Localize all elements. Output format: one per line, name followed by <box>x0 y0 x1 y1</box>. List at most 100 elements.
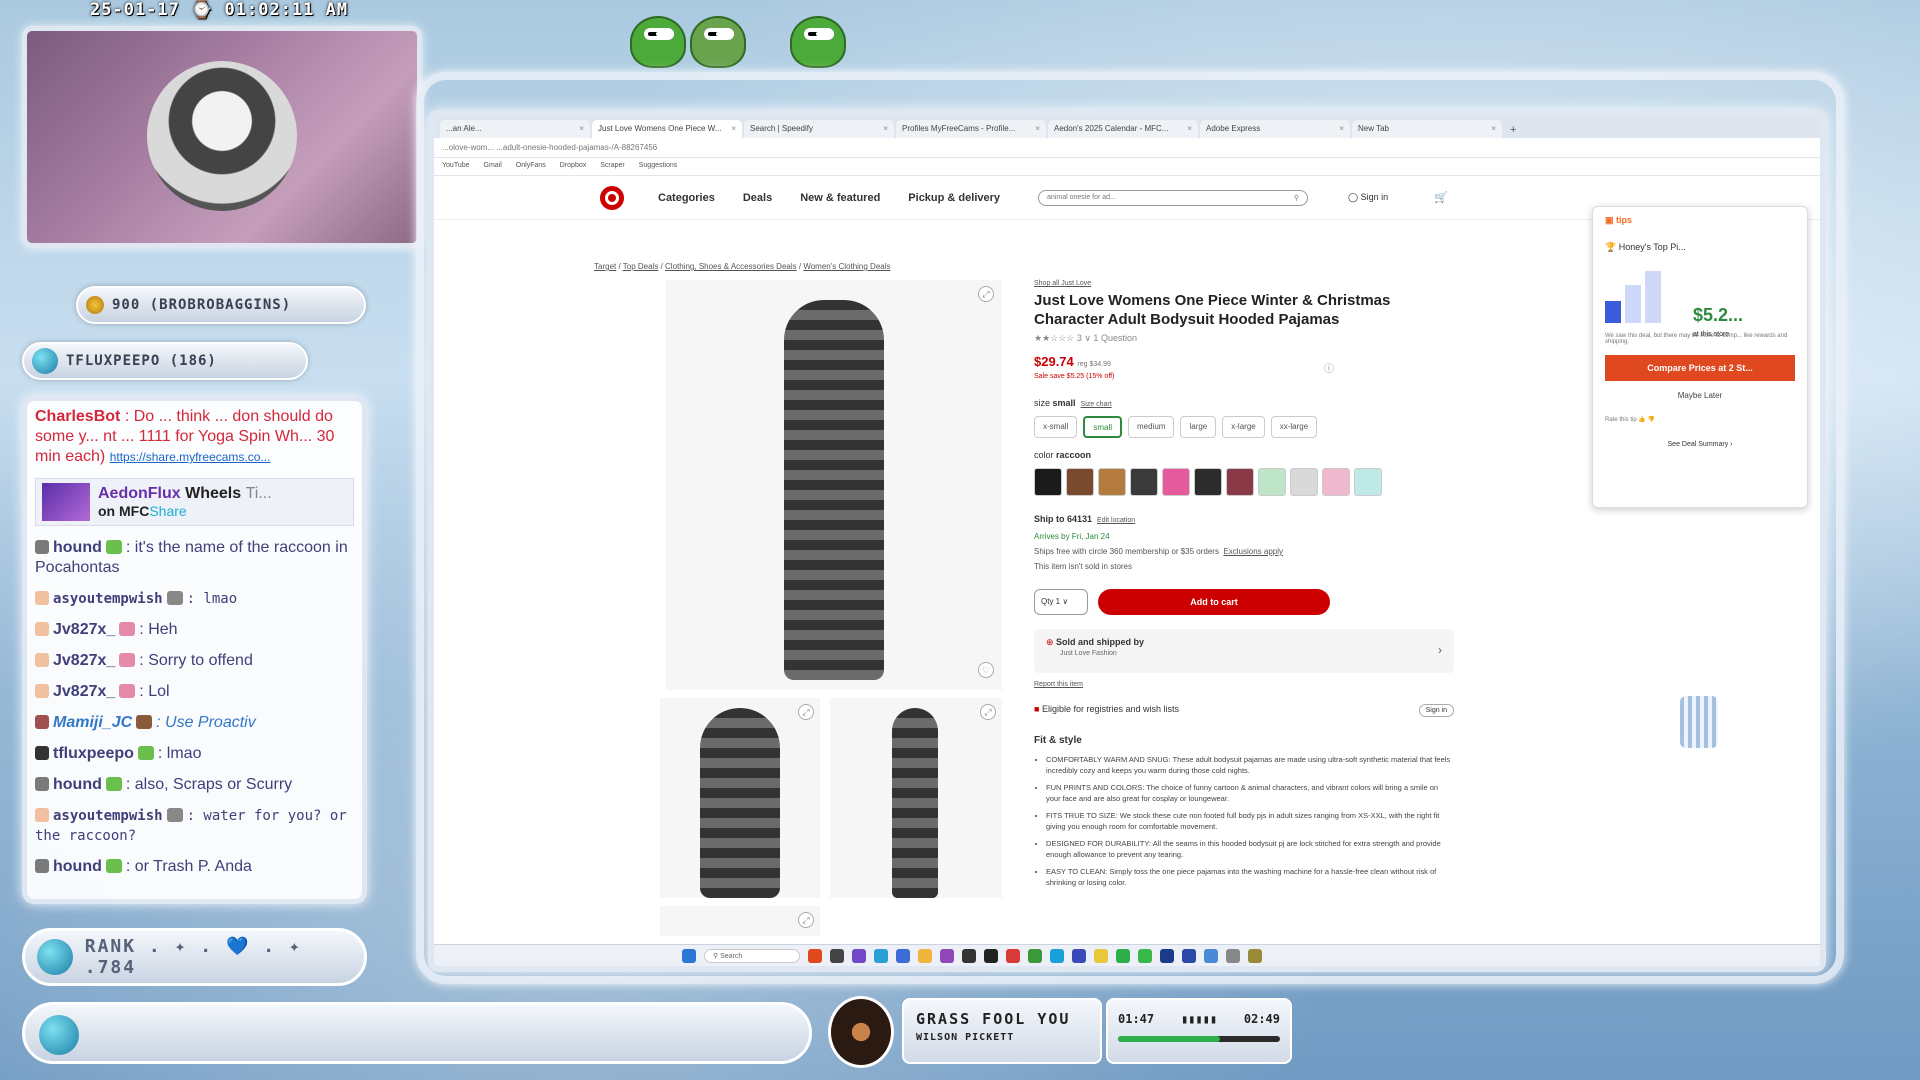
app-icon[interactable] <box>984 948 998 963</box>
color-swatch[interactable] <box>1322 468 1350 496</box>
expand-icon[interactable]: ⤢ <box>798 912 814 928</box>
new-tab-button[interactable]: + <box>1510 124 1516 138</box>
expand-icon[interactable]: ⤢ <box>798 704 814 720</box>
tab[interactable]: New Tab × <box>1352 120 1502 138</box>
tab[interactable]: ...an Ale... × <box>440 120 590 138</box>
close-icon[interactable]: × <box>579 124 584 134</box>
size-option[interactable]: medium <box>1128 416 1175 438</box>
product-thumbnail[interactable]: ⤢ <box>830 698 1002 898</box>
chat-panel[interactable]: CharlesBot : Do ... think ... don should… <box>22 396 367 904</box>
bookmark[interactable]: Scraper <box>600 162 625 171</box>
size-option[interactable]: x-large <box>1222 416 1265 438</box>
bookmark[interactable]: YouTube <box>442 162 470 171</box>
search-icon[interactable]: ⚲ <box>1294 194 1299 202</box>
bookmark[interactable]: Dropbox <box>560 162 586 171</box>
target-logo-icon[interactable] <box>600 185 624 210</box>
thumbs-down-icon[interactable]: 👎 <box>1648 417 1655 423</box>
tab[interactable]: Search | Speedify × <box>744 120 894 138</box>
app-icon[interactable] <box>874 948 888 963</box>
registry-sign-in-button[interactable]: Sign in <box>1418 704 1454 717</box>
address-bar[interactable]: ...olove-wom... ...adult-onesie-hooded-p… <box>434 138 1820 158</box>
breadcrumb-item[interactable]: Target <box>594 262 616 271</box>
color-swatch[interactable] <box>1194 468 1222 496</box>
sold-by-card[interactable]: ⊕ Sold and shipped by Just Love Fashion … <box>1034 629 1454 673</box>
size-option-selected[interactable]: small <box>1083 416 1123 438</box>
brand-link[interactable]: Shop all Just Love <box>1034 280 1454 287</box>
spotify-icon[interactable] <box>1116 948 1130 963</box>
close-icon[interactable]: × <box>731 124 736 134</box>
app-icon[interactable] <box>1226 948 1240 963</box>
nav-categories[interactable]: Categories <box>658 192 715 204</box>
heart-icon[interactable]: ♡ <box>978 662 994 678</box>
folder-icon[interactable] <box>918 948 932 963</box>
app-icon[interactable] <box>1204 948 1218 963</box>
chat-username[interactable]: hound <box>53 858 102 875</box>
tab[interactable]: Adobe Express × <box>1200 120 1350 138</box>
close-icon[interactable]: × <box>883 124 888 134</box>
nav-pickup-delivery[interactable]: Pickup & delivery <box>908 192 1000 204</box>
app-icon[interactable] <box>1182 948 1196 963</box>
color-swatch[interactable] <box>1290 468 1318 496</box>
chrome-icon[interactable] <box>1028 948 1042 963</box>
bookmark[interactable]: Suggestions <box>639 162 678 171</box>
deal-summary-link[interactable]: See Deal Summary › <box>1605 441 1795 448</box>
mfc-share-promo[interactable]: AedonFlux Wheels Ti... on MFCShare <box>35 478 354 526</box>
color-swatch[interactable] <box>1258 468 1286 496</box>
size-option[interactable]: xx-large <box>1270 416 1318 438</box>
size-option[interactable]: x-small <box>1034 416 1078 438</box>
chat-username[interactable]: hound <box>53 776 102 793</box>
tab[interactable]: Profiles MyFreeCams - Profile... × <box>896 120 1046 138</box>
breadcrumb-item[interactable]: Women's Clothing Deals <box>803 262 890 271</box>
cart-icon[interactable]: 🛒 <box>1434 191 1448 204</box>
app-icon[interactable] <box>1094 948 1108 963</box>
app-icon[interactable] <box>896 948 910 963</box>
thumbs-up-icon[interactable]: 👍 <box>1638 417 1645 423</box>
chat-username[interactable]: Jv827x_ <box>53 683 115 700</box>
nav-new-featured[interactable]: New & featured <box>800 192 880 204</box>
app-icon[interactable] <box>852 948 866 963</box>
expand-icon[interactable]: ⤢ <box>980 704 996 720</box>
color-swatch[interactable] <box>1226 468 1254 496</box>
exclusions-link[interactable]: Exclusions apply <box>1223 547 1283 556</box>
app-icon[interactable] <box>1160 948 1174 963</box>
size-chart-link[interactable]: Size chart <box>1081 401 1112 408</box>
chat-username[interactable]: CharlesBot <box>35 408 120 425</box>
size-option[interactable]: large <box>1180 416 1217 438</box>
tab[interactable]: Aedon's 2025 Calendar - MFC... × <box>1048 120 1198 138</box>
compare-prices-button[interactable]: Compare Prices at 2 St... <box>1605 355 1795 381</box>
windows-start-icon[interactable] <box>682 948 696 963</box>
color-swatch[interactable] <box>1034 468 1062 496</box>
breadcrumb-item[interactable]: Clothing, Shoes & Accessories Deals <box>665 262 797 271</box>
color-swatch[interactable] <box>1130 468 1158 496</box>
app-icon[interactable] <box>1072 948 1086 963</box>
chat-username[interactable]: Jv827x_ <box>53 652 115 669</box>
app-icon[interactable] <box>940 948 954 963</box>
chat-username[interactable]: hound <box>53 539 102 556</box>
close-icon[interactable]: × <box>1187 124 1192 134</box>
close-icon[interactable]: × <box>1339 124 1344 134</box>
app-icon[interactable] <box>962 948 976 963</box>
product-thumbnail[interactable]: ⤢ <box>660 698 820 898</box>
product-thumbnail[interactable]: ⤢ <box>660 906 820 936</box>
chat-username[interactable]: Mamiji_JC <box>53 714 132 731</box>
maybe-later-button[interactable]: Maybe Later <box>1605 391 1795 400</box>
report-link[interactable]: Report this item <box>1034 681 1454 688</box>
app-icon[interactable] <box>808 948 822 963</box>
search-input[interactable]: animal onesie for ad... ⚲ <box>1038 189 1309 206</box>
color-swatch[interactable] <box>1066 468 1094 496</box>
chat-username[interactable]: tfluxpeepo <box>53 745 134 762</box>
edit-location-link[interactable]: Edit location <box>1097 517 1135 524</box>
app-icon[interactable] <box>1248 948 1262 963</box>
chat-username[interactable]: Jv827x_ <box>53 621 115 638</box>
add-to-cart-button[interactable]: Add to cart <box>1098 589 1330 615</box>
chat-username[interactable]: asyoutempwish <box>53 808 163 824</box>
expand-icon[interactable]: ⤢ <box>978 286 994 302</box>
close-icon[interactable]: × <box>1491 124 1496 134</box>
rating-stars[interactable]: ★★☆☆☆ 3 ∨ 1 Question <box>1034 333 1454 344</box>
color-swatch[interactable] <box>1162 468 1190 496</box>
color-swatch[interactable] <box>1354 468 1382 496</box>
product-main-image[interactable]: ⤢ ♡ <box>666 280 1002 690</box>
sign-in-link[interactable]: ◯ Sign in <box>1348 192 1388 203</box>
color-swatch[interactable] <box>1098 468 1126 496</box>
bookmark[interactable]: Gmail <box>484 162 502 171</box>
